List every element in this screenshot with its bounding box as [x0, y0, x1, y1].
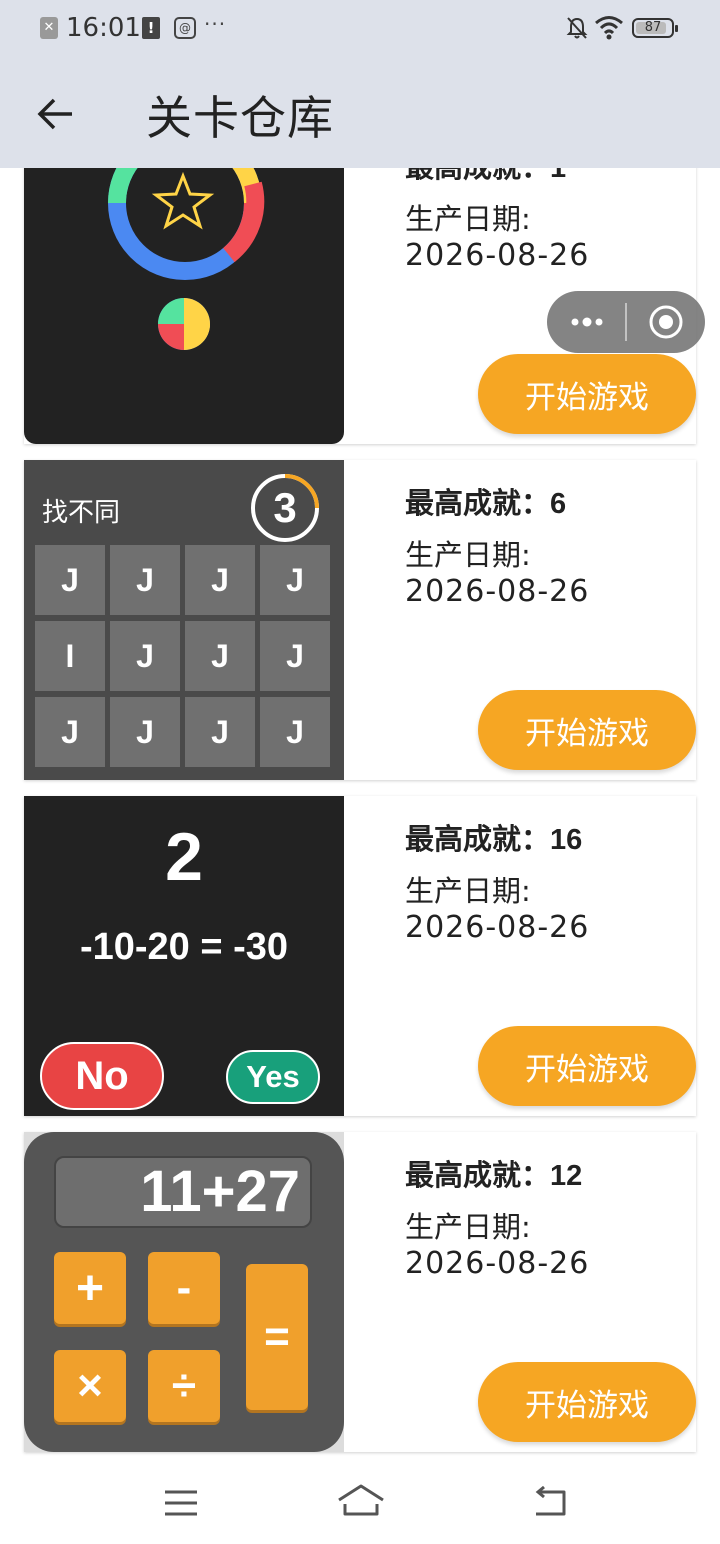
color-ring-graphic: [108, 126, 265, 350]
start-game-button[interactable]: 开始游戏: [478, 690, 696, 770]
calculator-display: 11+27: [54, 1156, 312, 1228]
battery-icon: 87: [632, 18, 678, 38]
mini-program-capsule: [547, 291, 705, 353]
level-card: 11+27 + - × ÷ = 最高成就：12 生产日期: 2026-08-26…: [24, 1132, 696, 1452]
production-date: 2026-08-26: [405, 574, 590, 609]
grid-cell: J: [185, 697, 255, 767]
exit-mini-program-icon[interactable]: [647, 303, 685, 341]
grid-cell: J: [110, 621, 180, 691]
start-game-button[interactable]: 开始游戏: [478, 354, 696, 434]
production-date-label: 生产日期:: [405, 202, 531, 236]
production-date-label: 生产日期:: [405, 874, 531, 908]
system-nav-bar: [0, 1460, 720, 1544]
thumb-score-number: 2: [165, 819, 203, 895]
start-game-button[interactable]: 开始游戏: [478, 1026, 696, 1106]
wifi-icon: [595, 16, 623, 40]
status-time: 16:01: [66, 13, 141, 43]
plus-key: +: [54, 1252, 126, 1324]
equals-key: =: [246, 1264, 308, 1410]
home-icon[interactable]: [336, 1482, 386, 1518]
thumb-equation: -10-20 = -30: [79, 926, 289, 968]
math-quiz-thumbnail: 2 -10-20 = -30 No Yes: [24, 796, 344, 1116]
grid-cell: J: [35, 545, 105, 615]
alert-icon: !: [142, 17, 160, 39]
system-back-icon[interactable]: [530, 1486, 568, 1518]
page-header: 关卡仓库: [0, 58, 720, 168]
production-date: 2026-08-26: [405, 1246, 590, 1281]
calculator-body: 11+27 + - × ÷ =: [24, 1132, 344, 1452]
capsule-divider: [625, 303, 627, 341]
divide-key: ÷: [148, 1350, 220, 1422]
grid-cell: J: [260, 545, 330, 615]
grid-cell: J: [260, 697, 330, 767]
grid-cell: J: [110, 697, 180, 767]
best-score: 最高成就：16: [405, 824, 583, 856]
spot-difference-thumbnail: 找不同 3 JJJJIJJJJJJJ: [24, 460, 344, 780]
times-key: ×: [54, 1350, 126, 1422]
countdown-timer-icon: 3: [251, 474, 319, 542]
timer-number: 3: [273, 484, 296, 531]
page-title: 关卡仓库: [146, 91, 334, 145]
start-game-button[interactable]: 开始游戏: [478, 1362, 696, 1442]
grid-cell: J: [110, 545, 180, 615]
best-score: 最高成就：6: [405, 488, 567, 520]
mute-bell-icon: [566, 17, 588, 39]
menu-icon[interactable]: [163, 1488, 199, 1518]
color-switch-thumbnail: [24, 124, 344, 444]
yes-button-graphic: Yes: [226, 1050, 320, 1104]
production-date: 2026-08-26: [405, 238, 590, 273]
grid-cell: J: [35, 697, 105, 767]
app-notification-icon: @: [174, 17, 196, 39]
more-notifications-icon: ···: [204, 12, 227, 36]
production-date-label: 生产日期:: [405, 1210, 531, 1244]
best-score: 最高成就：12: [405, 1160, 583, 1192]
level-card: 找不同 3 JJJJIJJJJJJJ 最高成就：6 生产日期: 2026-08-…: [24, 460, 696, 780]
status-bar: ✕ 16:01 ! @ ··· 87: [0, 0, 720, 58]
minus-key: -: [148, 1252, 220, 1324]
grid-cell: J: [260, 621, 330, 691]
level-card: 最高成就：1 生产日期: 2026-08-26 开始游戏: [24, 124, 696, 444]
no-button-graphic: No: [40, 1042, 164, 1110]
production-date-label: 生产日期:: [405, 538, 531, 572]
back-arrow-icon[interactable]: [36, 94, 76, 134]
grid-cell: J: [185, 545, 255, 615]
grid-cell: J: [185, 621, 255, 691]
calculator-thumbnail: 11+27 + - × ÷ =: [24, 1132, 344, 1452]
more-options-icon[interactable]: [569, 305, 605, 339]
close-notification-icon: ✕: [40, 17, 58, 39]
production-date: 2026-08-26: [405, 910, 590, 945]
level-card: 2 -10-20 = -30 No Yes 最高成就：16 生产日期: 2026…: [24, 796, 696, 1116]
grid-cell: I: [35, 621, 105, 691]
thumb-label: 找不同: [42, 498, 121, 528]
